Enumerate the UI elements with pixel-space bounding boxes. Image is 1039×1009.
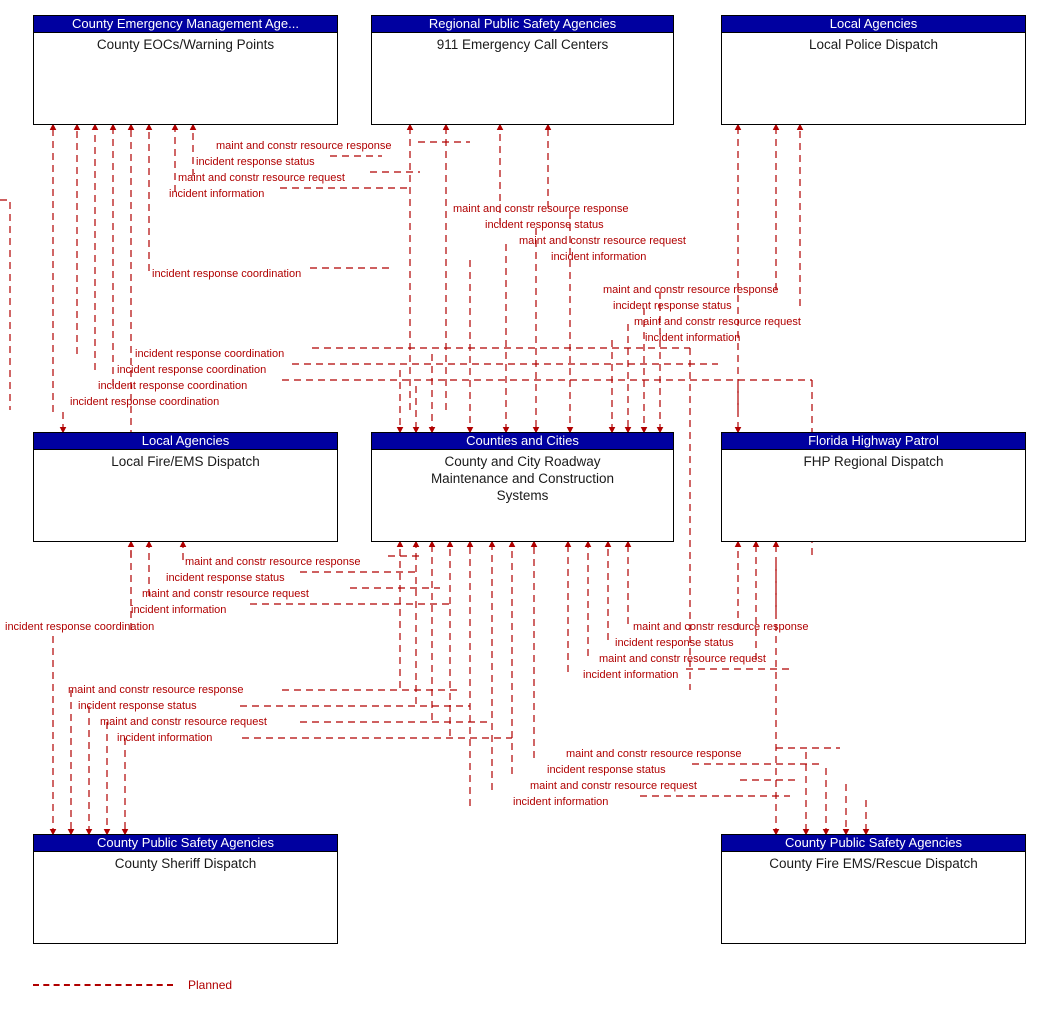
flow-label: incident information [583, 669, 679, 681]
node-911-call-centers[interactable]: Regional Public Safety Agencies 911 Emer… [371, 15, 674, 125]
node-stakeholder-label: Florida Highway Patrol [722, 433, 1025, 450]
flow-label: maint and constr resource response [216, 140, 392, 152]
flow-label: maint and constr resource request [634, 316, 801, 328]
node-county-sheriff-dispatch[interactable]: County Public Safety Agencies County She… [33, 834, 338, 944]
flow-label: incident information [169, 188, 265, 200]
node-name-label: County EOCs/Warning Points [96, 37, 275, 52]
node-stakeholder-label: Local Agencies [722, 16, 1025, 33]
node-name-label: FHP Regional Dispatch [803, 454, 944, 469]
flow-label: incident information [513, 796, 609, 808]
flow-label: incident information [131, 604, 227, 616]
node-name-label: County and City Roadway Maintenance and … [430, 454, 615, 503]
node-stakeholder-label: County Emergency Management Age... [34, 16, 337, 33]
node-county-fire-ems-rescue-dispatch[interactable]: County Public Safety Agencies County Fir… [721, 834, 1026, 944]
flow-label: incident response coordination [5, 621, 155, 633]
flow-label: maint and constr resource request [178, 172, 345, 184]
node-stakeholder-label: Local Agencies [34, 433, 337, 450]
flow-label: incident response status [78, 700, 197, 712]
flow-label: maint and constr resource request [530, 780, 697, 792]
flow-label: incident response status [485, 219, 604, 231]
flow-label: maint and constr resource response [633, 621, 809, 633]
node-name-label: 911 Emergency Call Centers [436, 37, 609, 52]
node-county-eoc[interactable]: County Emergency Management Age... Count… [33, 15, 338, 125]
flow-label: incident response status [166, 572, 285, 584]
flow-label: incident information [645, 332, 741, 344]
flow-label: maint and constr resource response [453, 203, 629, 215]
legend-dashed-line-icon [33, 984, 173, 986]
node-name-label: Local Police Dispatch [808, 37, 939, 52]
flow-label: incident response status [547, 764, 666, 776]
flow-label: maint and constr resource response [603, 284, 779, 296]
flow-label: incident response status [613, 300, 732, 312]
node-fhp-regional-dispatch[interactable]: Florida Highway Patrol FHP Regional Disp… [721, 432, 1026, 542]
flow-label: incident response status [196, 156, 315, 168]
flow-label: maint and constr resource request [599, 653, 766, 665]
node-name-label: County Fire EMS/Rescue Dispatch [769, 856, 978, 871]
legend: Planned [33, 978, 293, 994]
flow-label: incident response status [615, 637, 734, 649]
node-name-label: Local Fire/EMS Dispatch [111, 454, 260, 469]
flow-label: incident information [117, 732, 213, 744]
node-local-fire-ems-dispatch[interactable]: Local Agencies Local Fire/EMS Dispatch [33, 432, 338, 542]
architecture-diagram-canvas: County Emergency Management Age... Count… [0, 0, 1039, 1009]
flow-label: incident response coordination [135, 348, 285, 360]
node-stakeholder-label: County Public Safety Agencies [34, 835, 337, 852]
flow-label: incident response coordination [117, 364, 267, 376]
legend-planned-label: Planned [188, 978, 233, 992]
flow-label: incident information [551, 251, 647, 263]
node-stakeholder-label: Regional Public Safety Agencies [372, 16, 673, 33]
flow-label: maint and constr resource response [566, 748, 742, 760]
flow-label: maint and constr resource request [519, 235, 686, 247]
flow-label: incident response coordination [152, 268, 302, 280]
node-stakeholder-label: County Public Safety Agencies [722, 835, 1025, 852]
flow-label: incident response coordination [98, 380, 248, 392]
node-roadway-maintenance-systems[interactable]: Counties and Cities County and City Road… [371, 432, 674, 542]
flow-label: maint and constr resource request [142, 588, 309, 600]
node-name-label: County Sheriff Dispatch [114, 856, 257, 871]
flow-label: maint and constr resource response [68, 684, 244, 696]
node-stakeholder-label: Counties and Cities [372, 433, 673, 450]
node-local-police-dispatch[interactable]: Local Agencies Local Police Dispatch [721, 15, 1026, 125]
flow-label: maint and constr resource response [185, 556, 361, 568]
flow-label: maint and constr resource request [100, 716, 267, 728]
flow-label: incident response coordination [70, 396, 220, 408]
